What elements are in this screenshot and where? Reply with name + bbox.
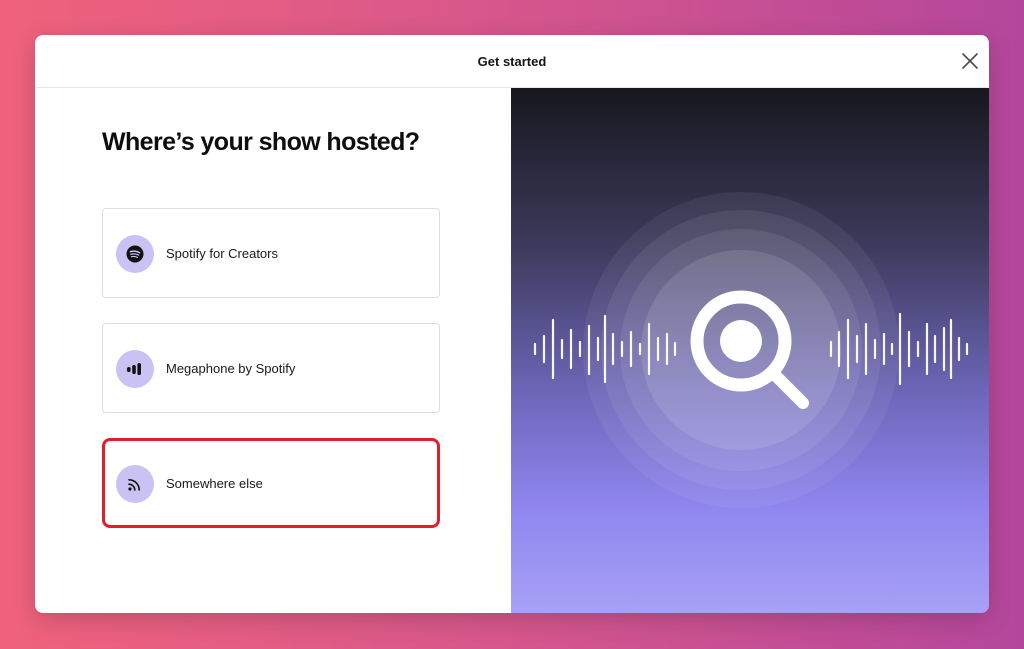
megaphone-logo-icon: [116, 350, 154, 388]
get-started-modal: Get started Where’s your show hosted? Sp…: [35, 35, 989, 613]
spotify-logo-icon: [116, 235, 154, 273]
hosting-question-panel: Where’s your show hosted? Spotify for Cr…: [35, 88, 511, 613]
option-label: Megaphone by Spotify: [166, 361, 296, 376]
option-label: Spotify for Creators: [166, 246, 278, 261]
option-label: Somewhere else: [166, 476, 263, 491]
option-somewhere-else[interactable]: Somewhere else: [102, 438, 440, 528]
page-title: Where’s your show hosted?: [102, 128, 420, 156]
close-button[interactable]: [959, 50, 981, 72]
option-megaphone-by-spotify[interactable]: Megaphone by Spotify: [102, 323, 440, 413]
rss-feed-icon: [116, 465, 154, 503]
modal-title: Get started: [477, 54, 547, 69]
modal-header: Get started: [35, 35, 989, 88]
illustration-panel: [511, 88, 989, 613]
option-spotify-for-creators[interactable]: Spotify for Creators: [102, 208, 440, 298]
close-icon: [962, 53, 978, 69]
